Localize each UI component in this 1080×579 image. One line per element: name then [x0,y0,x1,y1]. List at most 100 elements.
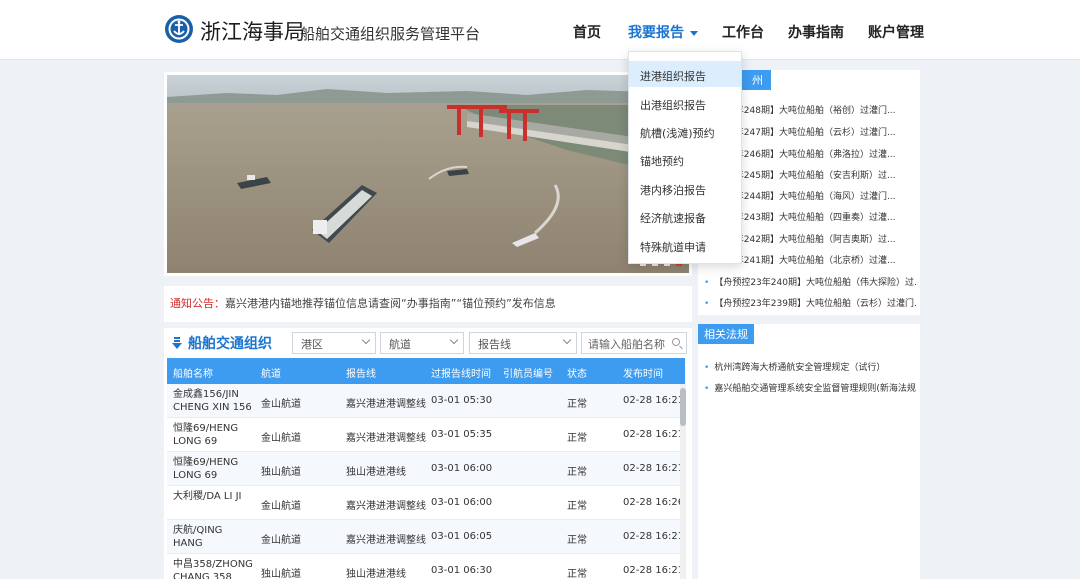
ship-panel-title-text: 船舶交通组织 [188,336,272,352]
ship-search-placeholder: 请输入船舶名称 [588,338,665,351]
cell-cross-time: 03-01 05:35 [431,429,493,440]
col-report-line[interactable]: 报告线 [346,365,376,380]
col-pilot-id[interactable]: 引航员编号 [503,365,553,380]
regulation-item[interactable]: • 嘉兴船舶交通管理系统安全监督管理规则(新海法规... [704,381,916,394]
bullet-icon: • [704,384,710,394]
table-scrollbar-thumb[interactable] [680,388,686,426]
cell-ship-name: 恒隆69/HENG LONG 69 [173,457,239,481]
cell-report-line: 嘉兴港进港调整线 [346,433,426,444]
col-status[interactable]: 状态 [567,365,587,380]
regulation-item-text: 嘉兴船舶交通管理系统安全监督管理规则(新海法规... [714,384,916,394]
cell-channel: 金山航道 [261,399,301,410]
bullet-icon: • [704,363,710,373]
report-line-value: 报告线 [478,338,511,351]
cell-ship-name: 金成鑫156/JIN CHENG XIN 156 [173,389,252,413]
news-item-text: 【舟预控23年240期】大吨位船舶（伟大探险）过... [714,278,916,288]
port-area-select[interactable]: 港区 [292,332,376,354]
menu-item-channel-booking[interactable]: 航槽(浅滩)预约 [629,118,741,144]
cell-channel: 金山航道 [261,501,301,512]
cell-channel: 金山航道 [261,535,301,546]
ship-panel-title: 船舶交通组织 [172,333,272,353]
cell-status: 正常 [567,569,587,579]
cell-published: 02-28 16:21 [623,531,685,542]
cell-report-line: 嘉兴港进港调整线 [346,399,426,410]
menu-item-anchorage-booking[interactable]: 锚地预约 [629,146,741,172]
cell-published: 02-28 16:21 [623,395,685,406]
nav-guide[interactable]: 办事指南 [788,22,844,42]
table-row[interactable]: 大利稷/DA LI JI 金山航道 嘉兴港进港调整线 03-01 06:00 正… [167,486,685,520]
cell-report-line: 独山港进港线 [346,467,406,478]
notice-bar: 通知公告：嘉兴港港内锚地推荐锚位信息请查阅“办事指南”“锚位预约”发布信息 [164,286,692,322]
cell-report-line: 嘉兴港进港调整线 [346,501,426,512]
bullet-icon: • [704,299,710,309]
cell-ship-name: 大利稷/DA LI JI [173,491,242,502]
cell-published: 02-28 16:21 [623,463,685,474]
platform-name: 船舶交通组织服务管理平台 [300,25,481,43]
nav-report-label: 我要报告 [628,25,684,41]
report-line-select[interactable]: 报告线 [469,332,577,354]
cell-report-line: 嘉兴港进港调整线 [346,535,426,546]
cell-channel: 独山航道 [261,569,301,579]
site-header: 浙江海事局 船舶交通组织服务管理平台 首页 我要报告 工作台 办事指南 账户管理 [0,0,1080,60]
notice-text[interactable]: 嘉兴港港内锚地推荐锚位信息请查阅“办事指南”“锚位预约”发布信息 [225,297,556,310]
menu-item-inbound-report[interactable]: 进港组织报告 [629,61,741,87]
regulation-item[interactable]: • 杭州湾跨海大桥通航安全管理规定（试行） [704,360,916,373]
table-row[interactable]: 恒隆69/HENG LONG 69 金山航道 嘉兴港进港调整线 03-01 05… [167,418,685,452]
col-published[interactable]: 发布时间 [623,365,663,380]
table-row[interactable]: 金成鑫156/JIN CHENG XIN 156 金山航道 嘉兴港进港调整线 0… [167,384,685,418]
col-ship-name[interactable]: 船舶名称 [173,365,213,380]
news-item-text: 【舟预控23年239期】大吨位船舶（云杉）过灌门... [714,299,916,309]
port-area-value: 港区 [301,338,323,351]
cell-cross-time: 03-01 06:05 [431,531,493,542]
ship-panel-header: 船舶交通组织 港区 航道 报告线 请输入船舶名称 [164,328,692,356]
col-channel[interactable]: 航道 [261,365,281,380]
regulations-panel: 相关法规 • 杭州湾跨海大桥通航安全管理规定（试行） • 嘉兴船舶交通管理系统安全监… [698,324,920,579]
cell-ship-name: 中昌358/ZHONG CHANG 358 [173,559,253,579]
nav-workbench[interactable]: 工作台 [722,22,764,42]
down-arrow-icon [172,337,182,349]
menu-item-berth-shift-report[interactable]: 港内移泊报告 [629,175,741,201]
anchor-emblem-icon[interactable] [164,14,194,44]
cell-ship-name: 恒隆69/HENG LONG 69 [173,423,239,447]
cell-cross-time: 03-01 06:30 [431,565,493,576]
port-photo [167,75,689,273]
nav-account[interactable]: 账户管理 [868,22,924,42]
menu-item-eco-speed-report[interactable]: 经济航速报备 [629,203,741,229]
news-item[interactable]: • 【舟预控23年239期】大吨位船舶（云杉）过灌门... [704,296,916,309]
cell-status: 正常 [567,501,587,512]
nav-home[interactable]: 首页 [573,22,601,42]
cell-cross-time: 03-01 06:00 [431,463,493,474]
menu-item-special-channel-request[interactable]: 特殊航道申请 [629,232,741,258]
news-panel-tag-text: 州 [752,74,763,87]
cell-status: 正常 [567,535,587,546]
ship-search-input[interactable]: 请输入船舶名称 [581,332,687,354]
ship-table: 船舶名称 航道 报告线 过报告线时间 引航员编号 状态 发布时间 金成鑫156/… [167,358,685,579]
caret-down-icon [690,30,698,36]
cell-cross-time: 03-01 05:30 [431,395,493,406]
table-row[interactable]: 庆航/QING HANG 金山航道 嘉兴港进港调整线 03-01 06:05 正… [167,520,685,554]
channel-select[interactable]: 航道 [380,332,464,354]
nav-report[interactable]: 我要报告 [628,22,698,42]
cell-channel: 独山航道 [261,467,301,478]
cell-cross-time: 03-01 06:00 [431,497,493,508]
notice-label: 通知公告： [170,297,225,310]
col-cross-time[interactable]: 过报告线时间 [431,365,491,380]
search-icon[interactable] [672,338,680,346]
chevron-down-icon [361,335,371,345]
cell-channel: 金山航道 [261,433,301,444]
regulation-item-text: 杭州湾跨海大桥通航安全管理规定（试行） [714,363,886,373]
cell-published: 02-28 16:21 [623,429,685,440]
cell-status: 正常 [567,433,587,444]
channel-value: 航道 [389,338,411,351]
banner-carousel[interactable] [164,72,692,276]
cell-ship-name: 庆航/QING HANG [173,525,223,549]
table-row[interactable]: 恒隆69/HENG LONG 69 独山航道 独山港进港线 03-01 06:0… [167,452,685,486]
chevron-down-icon [449,335,459,345]
ship-traffic-panel: 船舶交通组织 港区 航道 报告线 请输入船舶名称 船舶名称 航道 报告线 过报告… [164,328,692,579]
cell-report-line: 独山港进港线 [346,569,406,579]
menu-item-outbound-report[interactable]: 出港组织报告 [629,90,741,116]
cell-status: 正常 [567,399,587,410]
table-row[interactable]: 中昌358/ZHONG CHANG 358 独山航道 独山港进港线 03-01 … [167,554,685,579]
chevron-down-icon [562,335,572,345]
news-item[interactable]: • 【舟预控23年240期】大吨位船舶（伟大探险）过... [704,275,916,288]
